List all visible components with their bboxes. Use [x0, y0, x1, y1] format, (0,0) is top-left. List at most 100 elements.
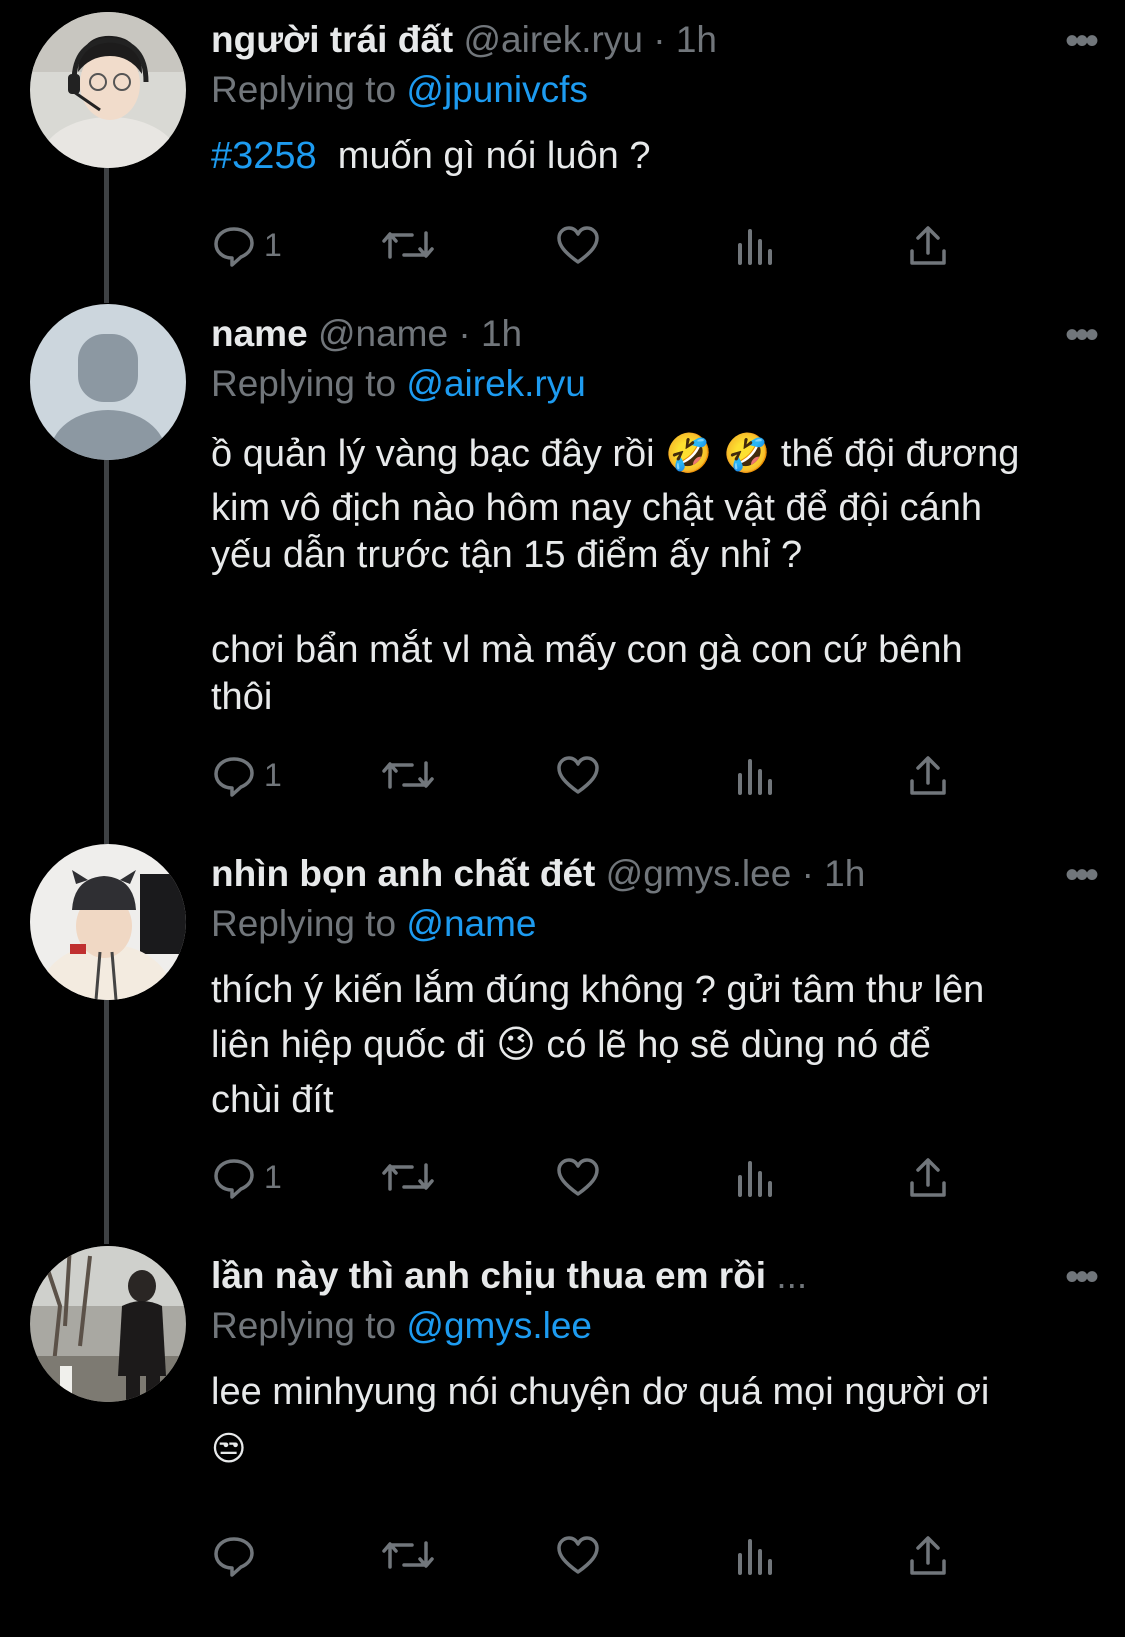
- truncation-ellipsis: ...: [776, 1255, 808, 1296]
- separator-dot: ·: [653, 19, 666, 60]
- display-name[interactable]: người trái đất: [211, 19, 453, 60]
- text-line: 😒: [211, 1429, 247, 1469]
- tweet[interactable]: name @name · 1h ••• Replying to @airek.r…: [0, 300, 1125, 840]
- reply-button[interactable]: [210, 1530, 258, 1580]
- retweet-icon: [382, 1541, 434, 1569]
- reply-icon: [214, 1537, 254, 1577]
- share-button[interactable]: [904, 750, 952, 800]
- views-icon: [738, 1539, 772, 1575]
- replying-to-label: Replying to: [211, 903, 397, 944]
- views-button[interactable]: [730, 1530, 778, 1580]
- text-line: lee minhyung nói chuyện dơ quá mọi người…: [211, 1371, 990, 1413]
- like-icon: [557, 1536, 599, 1574]
- tweet-actions: 1: [210, 750, 1000, 800]
- tweet-header: người trái đất @airek.ryu · 1h: [211, 16, 1035, 64]
- like-icon: [557, 756, 599, 794]
- timestamp[interactable]: 1h: [824, 853, 865, 894]
- views-button[interactable]: [730, 1152, 778, 1202]
- retweet-icon: [382, 1163, 434, 1191]
- mention-link[interactable]: @airek.ryu: [406, 363, 585, 404]
- tweet[interactable]: nhìn bọn anh chất đét @gmys.lee · 1h •••…: [0, 840, 1125, 1240]
- share-button[interactable]: [904, 220, 952, 270]
- reply-button[interactable]: 1: [210, 1152, 282, 1202]
- display-name[interactable]: name: [211, 313, 308, 354]
- like-icon: [557, 1158, 599, 1196]
- replying-to: Replying to @name: [211, 900, 537, 948]
- mention-link[interactable]: @jpunivcfs: [406, 69, 588, 110]
- tweet-text: ồ quản lý vàng bạc đây rồi 🤣 🤣 thế đội đ…: [211, 426, 1091, 726]
- reply-icon: [214, 227, 254, 267]
- display-name[interactable]: nhìn bọn anh chất đét: [211, 853, 595, 894]
- more-options-icon[interactable]: •••: [1065, 315, 1099, 355]
- retweet-button[interactable]: [378, 750, 438, 800]
- reply-button[interactable]: 1: [210, 750, 282, 800]
- more-options-icon[interactable]: •••: [1065, 1257, 1099, 1297]
- replying-to-label: Replying to: [211, 69, 397, 110]
- views-button[interactable]: [730, 750, 778, 800]
- tweet-actions: 1: [210, 1152, 1000, 1202]
- user-handle[interactable]: @airek.ryu: [464, 19, 643, 60]
- hashtag-link[interactable]: #3258: [211, 135, 317, 177]
- views-button[interactable]: [730, 220, 778, 270]
- replying-to-label: Replying to: [211, 1305, 397, 1346]
- mention-link[interactable]: @name: [406, 903, 536, 944]
- tweet-text: #3258 muốn gì nói luôn ?: [211, 128, 1091, 185]
- share-button[interactable]: [904, 1530, 952, 1580]
- retweet-button[interactable]: [378, 1530, 438, 1580]
- tweet-header: name @name · 1h: [211, 310, 1035, 358]
- share-icon: [910, 226, 946, 265]
- more-options-icon[interactable]: •••: [1065, 855, 1099, 895]
- tweet-header: nhìn bọn anh chất đét @gmys.lee · 1h: [211, 850, 1035, 898]
- tweet[interactable]: người trái đất @airek.ryu · 1h ••• Reply…: [0, 0, 1125, 300]
- replying-to: Replying to @gmys.lee: [211, 1302, 592, 1350]
- mention-link[interactable]: @gmys.lee: [406, 1305, 592, 1346]
- tweet-text: thích ý kiến lắm đúng không ? gửi tâm th…: [211, 962, 1091, 1129]
- avatar[interactable]: [30, 844, 186, 1000]
- text-line: liên hiệp quốc đi 😉 có lẽ họ sẽ dùng nó …: [211, 1024, 931, 1066]
- share-button[interactable]: [904, 1152, 952, 1202]
- like-button[interactable]: [554, 220, 602, 270]
- reply-icon: [214, 757, 254, 797]
- share-icon: [910, 1158, 946, 1197]
- separator-dot: ·: [458, 313, 471, 354]
- reply-count: 1: [264, 226, 282, 263]
- share-icon: [910, 1536, 946, 1575]
- text-line: muốn gì nói luôn ?: [337, 135, 651, 177]
- text-line: chùi đít: [211, 1079, 334, 1121]
- views-icon: [738, 229, 772, 265]
- replying-to: Replying to @airek.ryu: [211, 360, 586, 408]
- tweet-text: lee minhyung nói chuyện dơ quá mọi người…: [211, 1364, 1091, 1478]
- timestamp[interactable]: 1h: [481, 313, 522, 354]
- tweet[interactable]: lần này thì anh chịu thua em rồi ... •••…: [0, 1240, 1125, 1637]
- tweet-actions: 1: [210, 220, 1000, 270]
- user-handle[interactable]: @gmys.lee: [606, 853, 792, 894]
- reply-icon: [214, 1159, 254, 1199]
- avatar[interactable]: [30, 12, 186, 168]
- timestamp[interactable]: 1h: [676, 19, 717, 60]
- display-name[interactable]: lần này thì anh chịu thua em rồi: [211, 1255, 766, 1296]
- retweet-button[interactable]: [378, 220, 438, 270]
- person-outdoors-avatar: [30, 1246, 186, 1402]
- text-line: [211, 584, 1091, 622]
- separator-dot: ·: [801, 853, 814, 894]
- reply-count: 1: [264, 756, 282, 793]
- like-button[interactable]: [554, 1152, 602, 1202]
- replying-to-label: Replying to: [211, 363, 397, 404]
- views-icon: [738, 1161, 772, 1197]
- user-handle[interactable]: @name: [318, 313, 448, 354]
- avatar[interactable]: [30, 304, 186, 460]
- like-button[interactable]: [554, 750, 602, 800]
- reply-button[interactable]: 1: [210, 220, 282, 270]
- retweet-icon: [382, 231, 434, 259]
- replying-to: Replying to @jpunivcfs: [211, 66, 588, 114]
- retweet-button[interactable]: [378, 1152, 438, 1202]
- share-icon: [910, 756, 946, 795]
- person-with-beanie-avatar: [30, 844, 186, 1000]
- avatar[interactable]: [30, 1246, 186, 1402]
- retweet-icon: [382, 761, 434, 789]
- more-options-icon[interactable]: •••: [1065, 21, 1099, 61]
- tweet-actions: [210, 1530, 1000, 1580]
- person-with-headset-avatar: [30, 12, 186, 168]
- like-button[interactable]: [554, 1530, 602, 1580]
- reply-count: 1: [264, 1158, 282, 1195]
